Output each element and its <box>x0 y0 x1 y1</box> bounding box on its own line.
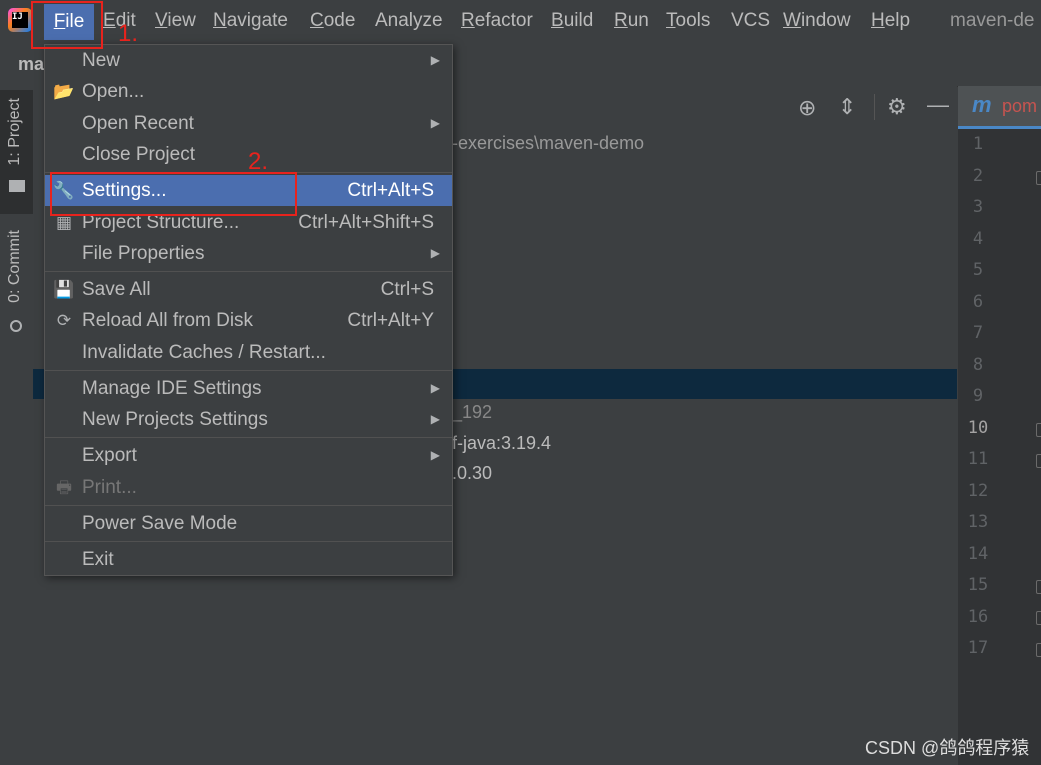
tree-item-protobuf[interactable]: f-java:3.19.4 <box>452 433 551 454</box>
menu-item-open[interactable]: 📂 Open... <box>45 76 452 107</box>
tool-window-commit-label: 0: Commit <box>6 230 23 303</box>
main-menubar: IJ File Edit View Navigate Code Analyze … <box>0 0 1041 45</box>
tool-window-project-button[interactable]: 1: Project <box>0 90 33 214</box>
intellij-logo-icon: IJ <box>8 8 32 32</box>
watermark: CSDN @鸽鸽程序猿 <box>865 738 1030 758</box>
fold-marker-icon[interactable] <box>1036 454 1041 468</box>
submenu-arrow-icon: ▶ <box>430 53 440 67</box>
line-number: 13 <box>967 512 989 532</box>
line-number: 1 <box>972 134 984 154</box>
shortcut-label: Ctrl+Alt+S <box>347 180 434 201</box>
menu-item-save-all[interactable]: 💾 Save All Ctrl+S <box>45 274 452 305</box>
menu-build[interactable]: Build <box>551 10 593 32</box>
line-number: 17 <box>967 638 989 658</box>
toolbar-divider <box>874 94 875 120</box>
line-number: 15 <box>967 575 989 595</box>
menu-window[interactable]: Window <box>783 10 851 32</box>
project-path: -exercises\maven-demo <box>452 133 645 153</box>
line-number: 16 <box>967 607 989 627</box>
annotation-step-1: 1. <box>118 20 139 47</box>
menu-item-manage-ide-settings[interactable]: Manage IDE Settings ▶ <box>45 373 452 404</box>
menu-navigate[interactable]: Navigate <box>213 10 288 32</box>
menu-item-print: 🖶 Print... <box>45 472 452 503</box>
tool-window-commit-button[interactable]: 0: Commit <box>0 226 33 336</box>
window-title: maven-de <box>950 10 1035 31</box>
line-number: 6 <box>972 292 984 312</box>
menu-item-export[interactable]: Export ▶ <box>45 440 452 471</box>
reload-icon: ⟳ <box>56 311 72 330</box>
editor-tab-pom[interactable]: m pom <box>958 86 1041 129</box>
line-number: 7 <box>972 323 984 343</box>
menu-view[interactable]: View <box>155 10 196 32</box>
locate-target-icon[interactable]: ⊕ <box>798 95 816 121</box>
menu-code[interactable]: Code <box>310 10 355 32</box>
line-number: 3 <box>972 197 984 217</box>
file-menu-dropdown: New ▶ 📂 Open... Open Recent ▶ Close Proj… <box>44 44 453 576</box>
submenu-arrow-icon: ▶ <box>430 116 440 130</box>
line-number: 2 <box>972 166 984 186</box>
submenu-arrow-icon: ▶ <box>430 381 440 395</box>
menu-vcs[interactable]: VCS <box>731 10 770 32</box>
breadcrumb[interactable]: ma <box>18 54 44 75</box>
menu-item-invalidate-caches[interactable]: Invalidate Caches / Restart... <box>45 337 452 368</box>
annotation-box-settings <box>50 172 297 216</box>
line-number: 14 <box>967 544 989 564</box>
line-number: 8 <box>972 355 984 375</box>
menu-separator <box>45 505 452 506</box>
menu-separator <box>45 437 452 438</box>
menu-item-open-recent[interactable]: Open Recent ▶ <box>45 108 452 139</box>
folder-icon: 📂 <box>53 82 75 101</box>
line-number: 11 <box>967 449 989 469</box>
menu-analyze[interactable]: Analyze <box>375 10 443 32</box>
minimize-icon[interactable]: — <box>927 92 949 118</box>
fold-marker-icon[interactable] <box>1036 580 1041 594</box>
menu-item-power-save-mode[interactable]: Power Save Mode <box>45 508 452 539</box>
save-icon: 💾 <box>53 280 75 299</box>
shortcut-label: Ctrl+Alt+Y <box>347 310 434 331</box>
fold-marker-icon[interactable] <box>1036 171 1041 185</box>
annotation-box-file <box>31 1 103 49</box>
gear-icon[interactable]: ⚙ <box>887 94 907 120</box>
line-number: 9 <box>972 386 984 406</box>
menu-help[interactable]: Help <box>871 10 910 32</box>
menu-item-file-properties[interactable]: File Properties ▶ <box>45 238 452 269</box>
fold-marker-icon[interactable] <box>1036 423 1041 437</box>
menu-separator <box>45 370 452 371</box>
line-number: 5 <box>972 260 984 280</box>
maven-icon: m <box>972 92 992 117</box>
line-number: 4 <box>972 229 984 249</box>
shortcut-label: Ctrl+S <box>380 279 434 300</box>
line-number-active: 10 <box>967 418 989 438</box>
menu-item-new-projects-settings[interactable]: New Projects Settings ▶ <box>45 404 452 435</box>
menu-tools[interactable]: Tools <box>666 10 710 32</box>
fold-marker-icon[interactable] <box>1036 611 1041 625</box>
editor-tab-label: pom <box>1002 96 1038 116</box>
annotation-step-2: 2. <box>248 148 269 175</box>
menu-separator <box>45 271 452 272</box>
tree-item-jdk[interactable]: _192 <box>452 402 492 423</box>
submenu-arrow-icon: ▶ <box>430 246 440 260</box>
editor-gutter: 1 2 3 4 5 6 7 8 9 10 11 12 13 14 15 16 1… <box>958 129 1041 765</box>
collapse-all-icon[interactable]: ⇕ <box>838 94 856 120</box>
menu-refactor[interactable]: Refactor <box>461 10 533 32</box>
tool-window-project-label: 1: Project <box>6 98 23 166</box>
menu-separator <box>45 541 452 542</box>
line-number: 12 <box>967 481 989 501</box>
commit-icon <box>10 320 22 332</box>
printer-icon: 🖶 <box>55 478 73 497</box>
fold-marker-icon[interactable] <box>1036 643 1041 657</box>
menu-run[interactable]: Run <box>614 10 649 32</box>
menu-item-reload-all[interactable]: ⟳ Reload All from Disk Ctrl+Alt+Y <box>45 305 452 336</box>
folder-icon <box>9 180 25 192</box>
menu-item-new[interactable]: New ▶ <box>45 45 452 76</box>
tree-item-lib[interactable]: .0.30 <box>452 463 492 484</box>
shortcut-label: Ctrl+Alt+Shift+S <box>298 212 434 233</box>
submenu-arrow-icon: ▶ <box>430 412 440 426</box>
menu-item-exit[interactable]: Exit <box>45 544 452 575</box>
submenu-arrow-icon: ▶ <box>430 448 440 462</box>
